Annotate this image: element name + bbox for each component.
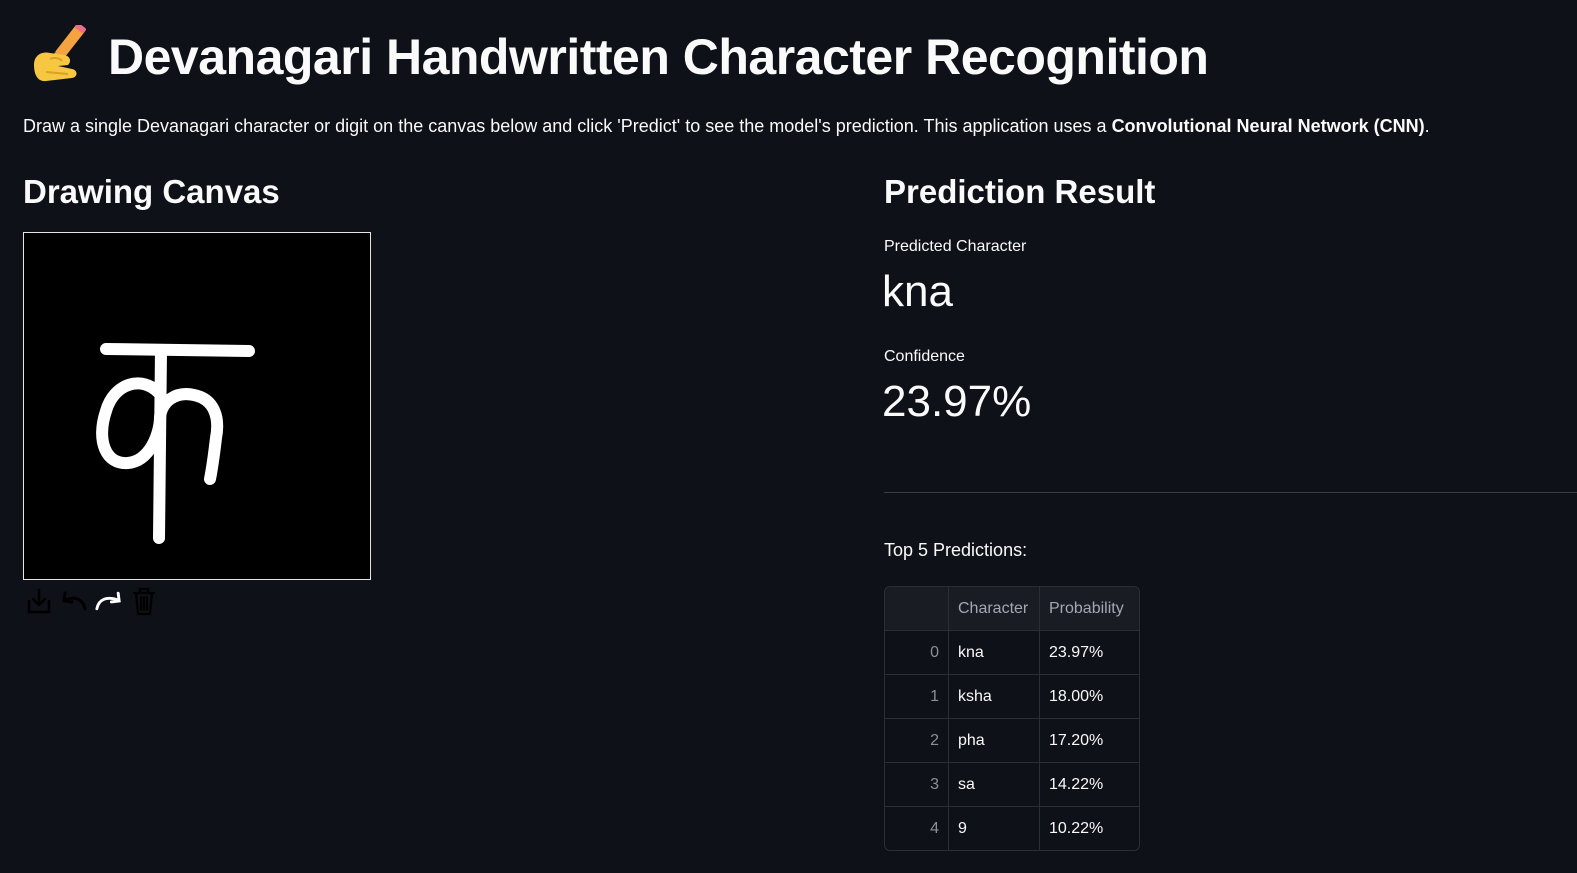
row-index: 1 [885,675,949,718]
predicted-character-value: kna [882,267,953,316]
table-row: 4 9 10.22% [885,807,1139,850]
undo-icon[interactable] [58,586,89,616]
writing-hand-icon [28,23,92,89]
row-character: ksha [949,675,1040,718]
intro-prefix: Draw a single Devanagari character or di… [23,116,1112,136]
predicted-character-label: Predicted Character [884,238,1027,255]
canvas-toolbar [23,586,159,616]
top5-title: Top 5 Predictions: [884,540,1028,560]
trash-icon[interactable] [128,586,159,616]
app-page: Devanagari Handwritten Character Recogni… [0,0,1577,873]
row-index: 3 [885,763,949,806]
divider [884,492,1577,493]
result-heading: Prediction Result [884,173,1156,210]
row-probability: 17.20% [1049,731,1104,749]
confidence-value: 23.97% [882,377,1032,426]
header-probability[interactable]: Probability [1040,587,1139,630]
confidence-label: Confidence [884,348,965,365]
redo-icon[interactable] [93,586,124,616]
row-index: 2 [885,719,949,762]
drawn-stroke [96,343,255,544]
download-icon[interactable] [23,586,54,616]
table-row: 0 kna 23.97% [885,631,1139,675]
row-character: kna [949,631,1040,674]
page-title: Devanagari Handwritten Character Recogni… [28,22,1209,92]
row-character: 9 [949,807,1040,850]
row-index: 4 [885,807,949,850]
title-text: Devanagari Handwritten Character Recogni… [108,29,1209,85]
intro-text: Draw a single Devanagari character or di… [23,113,1430,139]
canvas-heading: Drawing Canvas [23,173,280,210]
row-probability: 23.97% [1049,643,1104,661]
row-probability: 10.22% [1049,819,1104,837]
row-probability: 18.00% [1049,687,1104,705]
row-character: sa [949,763,1040,806]
drawing-canvas[interactable] [23,232,371,580]
table-row: 1 ksha 18.00% [885,675,1139,719]
row-character: pha [949,719,1040,762]
table-row: 2 pha 17.20% [885,719,1139,763]
header-index [885,587,949,630]
row-index: 0 [885,631,949,674]
table-row: 3 sa 14.22% [885,763,1139,807]
row-probability: 14.22% [1049,775,1104,793]
predictions-table[interactable]: Character Probability 0 kna 23.97% 1 ksh… [884,586,1140,851]
header-character[interactable]: Character [949,587,1040,630]
intro-suffix: . [1424,116,1430,136]
table-header-row: Character Probability [885,587,1139,631]
intro-bold: Convolutional Neural Network (CNN) [1111,116,1425,136]
